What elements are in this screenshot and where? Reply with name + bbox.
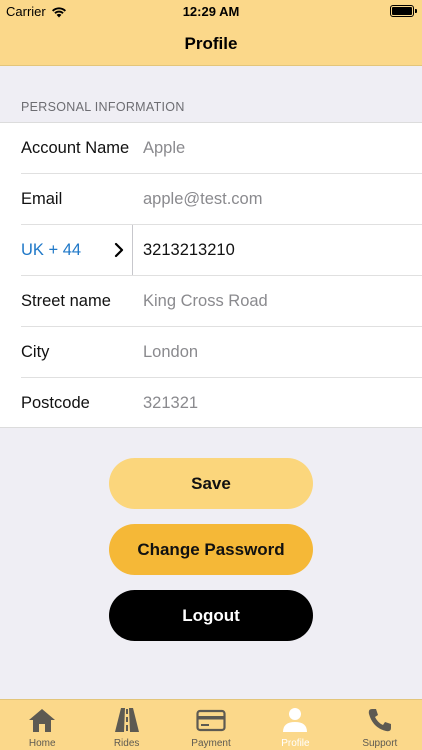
tab-support-label: Support bbox=[362, 738, 398, 749]
tab-payment[interactable]: Payment bbox=[169, 700, 253, 750]
change-password-button[interactable]: Change Password bbox=[109, 524, 313, 575]
personal-info-form: Account Name Apple Email apple@test.com … bbox=[0, 122, 422, 428]
tab-rides[interactable]: Rides bbox=[84, 700, 168, 750]
account-name-label: Account Name bbox=[21, 139, 130, 157]
navigation-bar: Profile bbox=[0, 22, 422, 66]
tab-profile-label: Profile bbox=[281, 738, 310, 749]
chevron-right-icon[interactable] bbox=[113, 242, 125, 258]
email-label: Email bbox=[21, 190, 63, 208]
email-row: Email apple@test.com bbox=[0, 174, 422, 225]
postcode-row: Postcode 321321 bbox=[0, 378, 422, 429]
logout-button[interactable]: Logout bbox=[109, 590, 313, 641]
street-field[interactable]: King Cross Road bbox=[143, 292, 268, 311]
page-title: Profile bbox=[184, 33, 238, 53]
phone-separator bbox=[132, 225, 133, 276]
credit-card-icon bbox=[196, 706, 226, 734]
city-field[interactable]: London bbox=[143, 343, 198, 362]
account-name-field[interactable]: Apple bbox=[143, 139, 185, 158]
postcode-label: Postcode bbox=[21, 394, 90, 412]
status-bar: Carrier 12:29 AM bbox=[0, 0, 422, 22]
tab-support[interactable]: Support bbox=[338, 700, 422, 750]
status-time: 12:29 AM bbox=[182, 4, 240, 19]
tab-home[interactable]: Home bbox=[0, 700, 84, 750]
tab-rides-label: Rides bbox=[113, 738, 140, 749]
person-icon bbox=[280, 706, 310, 734]
tab-bar: Home Rides Payment Profile Support bbox=[0, 699, 422, 750]
street-label: Street name bbox=[21, 292, 111, 310]
city-row: City London bbox=[0, 327, 422, 378]
section-header: PERSONAL INFORMATION bbox=[21, 100, 185, 114]
phone-row: UK + 44 3213213210 bbox=[0, 225, 422, 276]
save-button[interactable]: Save bbox=[109, 458, 313, 509]
tab-profile[interactable]: Profile bbox=[253, 700, 337, 750]
postcode-field[interactable]: 321321 bbox=[143, 394, 198, 413]
city-label: City bbox=[21, 343, 50, 361]
house-icon bbox=[27, 706, 57, 734]
road-icon bbox=[112, 706, 142, 734]
country-code-selector[interactable]: UK + 44 bbox=[21, 241, 81, 260]
tab-home-label: Home bbox=[28, 738, 56, 749]
email-field[interactable]: apple@test.com bbox=[143, 190, 262, 209]
tab-payment-label: Payment bbox=[191, 738, 231, 749]
account-name-row: Account Name Apple bbox=[0, 123, 422, 174]
battery-icon bbox=[390, 5, 417, 17]
phone-field[interactable]: 3213213210 bbox=[143, 241, 235, 260]
phone-icon bbox=[365, 706, 395, 734]
street-row: Street name King Cross Road bbox=[0, 276, 422, 327]
